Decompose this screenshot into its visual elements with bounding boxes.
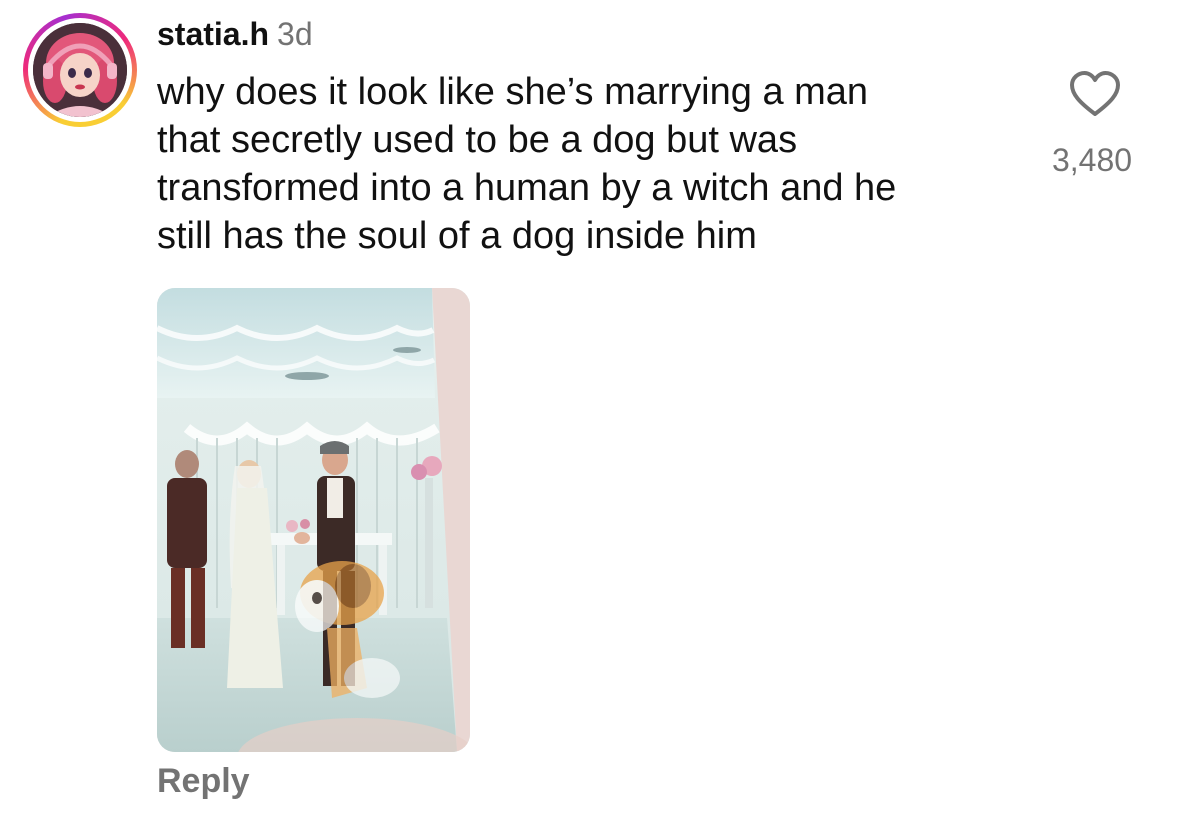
heart-outline-icon bbox=[1070, 71, 1120, 116]
comment-line: still has the soul of a dog inside him bbox=[157, 215, 757, 257]
like-count: 3,480 bbox=[1051, 142, 1133, 178]
avatar-ring-gap bbox=[28, 18, 132, 122]
comment-text: why does it look like she’s marrying a m… bbox=[157, 68, 1037, 260]
comment-line: why does it look like she’s marrying a m… bbox=[157, 71, 869, 113]
comment-line: transformed into a human by a witch and … bbox=[157, 167, 897, 209]
comment-photo[interactable] bbox=[157, 288, 470, 752]
comment-line: that secretly used to be a dog but was bbox=[157, 119, 798, 161]
wedding-photo-image bbox=[157, 288, 470, 752]
avatar-story-ring[interactable] bbox=[23, 13, 137, 127]
like-button[interactable] bbox=[1069, 70, 1121, 118]
comment-timestamp: 3d bbox=[277, 16, 313, 52]
avatar[interactable] bbox=[33, 23, 127, 117]
reply-button[interactable]: Reply bbox=[157, 760, 250, 802]
avatar-image bbox=[33, 23, 127, 117]
username-link[interactable]: statia.h bbox=[157, 16, 269, 52]
comment-header: statia.h 3d bbox=[157, 14, 313, 54]
